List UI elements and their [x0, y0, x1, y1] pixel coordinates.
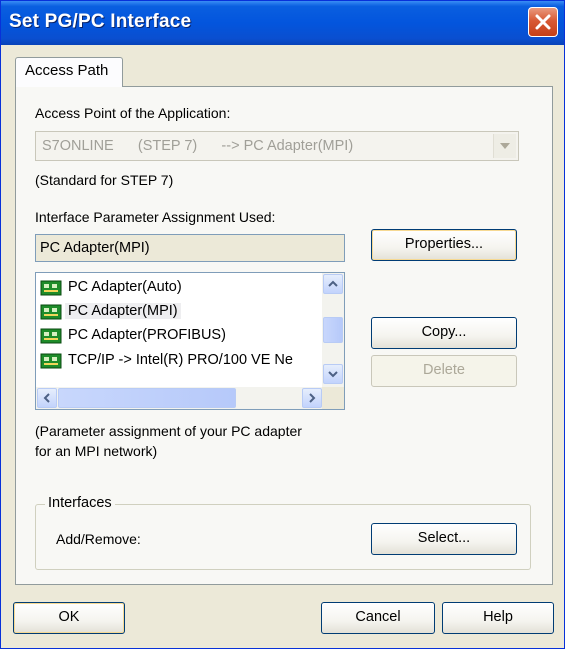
scroll-corner — [322, 387, 344, 409]
vertical-scrollbar[interactable] — [322, 273, 344, 387]
description-line-2: for an MPI network) — [35, 443, 158, 459]
combo-arrow-button — [493, 134, 516, 158]
interfaces-group-label: Interfaces — [45, 495, 115, 511]
access-point-combo: S7ONLINE (STEP 7) --> PC Adapter(MPI) — [35, 131, 519, 161]
help-button[interactable]: Help — [442, 602, 554, 634]
tab-access-path-label: Access Path — [25, 62, 109, 79]
network-adapter-icon — [40, 353, 62, 369]
ok-button[interactable]: OK — [13, 602, 125, 634]
help-button-label: Help — [483, 609, 513, 625]
select-button[interactable]: Select... — [371, 523, 517, 555]
scroll-up-icon — [328, 280, 338, 287]
scroll-up-button[interactable] — [323, 274, 343, 294]
select-button-label: Select... — [417, 530, 471, 546]
scroll-down-button[interactable] — [323, 364, 343, 384]
access-point-label: Access Point of the Application: — [35, 105, 231, 121]
vertical-scroll-thumb[interactable] — [323, 317, 343, 343]
set-pgpc-interface-dialog: Set PG/PC Interface Access Path Access P… — [0, 0, 565, 649]
delete-button[interactable]: Delete — [371, 355, 517, 387]
scroll-right-button[interactable] — [302, 388, 322, 408]
scroll-right-icon — [309, 393, 316, 403]
scroll-left-icon — [43, 393, 50, 403]
copy-button[interactable]: Copy... — [371, 317, 517, 349]
title-bar[interactable]: Set PG/PC Interface — [1, 1, 564, 45]
access-point-note: (Standard for STEP 7) — [35, 172, 174, 188]
tab-access-path[interactable]: Access Path — [15, 57, 123, 87]
add-remove-label: Add/Remove: — [56, 531, 141, 547]
access-point-value: S7ONLINE (STEP 7) --> PC Adapter(MPI) — [42, 138, 354, 154]
network-adapter-icon — [40, 304, 62, 320]
list-item-label: TCP/IP -> Intel(R) PRO/100 VE Ne — [68, 352, 293, 368]
delete-button-label: Delete — [423, 362, 465, 378]
properties-button[interactable]: Properties... — [371, 229, 517, 261]
description-line-1: (Parameter assignment of your PC adapter — [35, 423, 302, 439]
list-item-label: PC Adapter(PROFIBUS) — [68, 327, 226, 343]
list-item-label: PC Adapter(Auto) — [68, 279, 182, 295]
window-title: Set PG/PC Interface — [9, 11, 192, 32]
scroll-left-button[interactable] — [37, 388, 57, 408]
scroll-down-icon — [328, 371, 338, 378]
network-adapter-icon — [40, 280, 62, 296]
interface-param-field: PC Adapter(MPI) — [35, 234, 345, 262]
combo-arrow-icon — [500, 143, 510, 149]
copy-button-label: Copy... — [421, 324, 467, 340]
horizontal-scrollbar[interactable] — [36, 387, 324, 409]
ok-button-label: OK — [58, 609, 80, 625]
interface-param-label: Interface Parameter Assignment Used: — [35, 209, 276, 225]
network-adapter-icon — [40, 328, 62, 344]
properties-button-label: Properties... — [404, 236, 484, 252]
close-icon — [535, 14, 551, 30]
cancel-button[interactable]: Cancel — [321, 602, 435, 634]
close-button[interactable] — [528, 7, 558, 37]
interface-list[interactable]: PC Adapter(Auto) PC Adapter(MPI) PC Adap… — [35, 272, 345, 410]
list-item-label: PC Adapter(MPI) — [65, 303, 181, 319]
cancel-button-label: Cancel — [355, 609, 401, 625]
horizontal-scroll-thumb[interactable] — [58, 388, 236, 408]
interface-param-value: PC Adapter(MPI) — [40, 240, 150, 256]
